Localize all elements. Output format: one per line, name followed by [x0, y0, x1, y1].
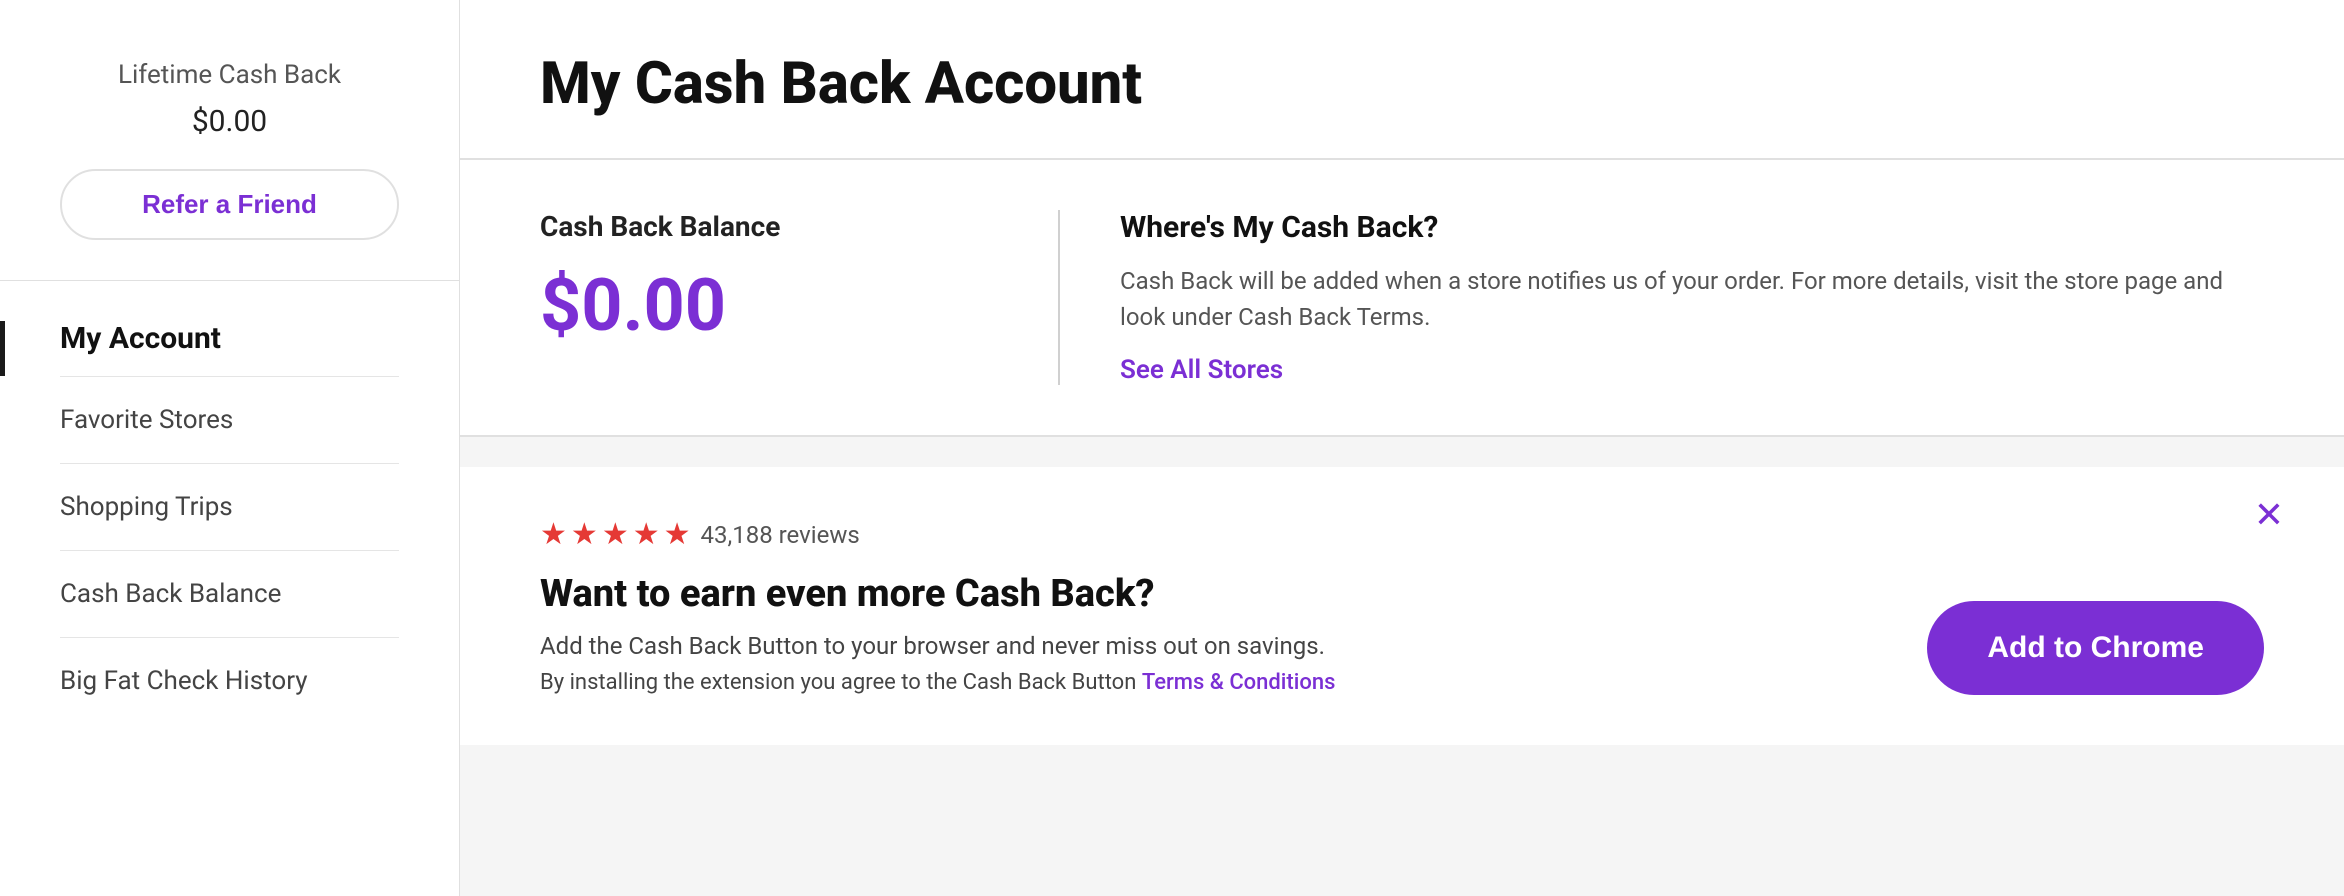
- balance-amount: $0.00: [540, 263, 998, 348]
- nav-item-shopping-trips[interactable]: Shopping Trips: [0, 464, 459, 550]
- wheres-my-cash-back-title: Where's My Cash Back?: [1120, 210, 2264, 245]
- main-content: My Cash Back Account Cash Back Balance $…: [460, 0, 2344, 896]
- nav-item-big-fat-check-history[interactable]: Big Fat Check History: [0, 638, 459, 724]
- star-2: ★: [571, 517, 598, 552]
- sidebar: Lifetime Cash Back $0.00 Refer a Friend …: [0, 0, 460, 896]
- star-1: ★: [540, 517, 567, 552]
- refer-friend-button[interactable]: Refer a Friend: [60, 169, 399, 240]
- lifetime-cash-back-amount: $0.00: [60, 104, 399, 139]
- balance-section: Cash Back Balance $0.00: [540, 210, 1060, 385]
- promo-card: ✕ ★ ★ ★ ★ ★ 43,188 reviews Want to earn …: [460, 467, 2344, 745]
- review-count: 43,188 reviews: [701, 521, 860, 549]
- cash-back-card: Cash Back Balance $0.00 Where's My Cash …: [460, 160, 2344, 437]
- sidebar-nav: My Account Favorite Stores Shopping Trip…: [0, 281, 459, 724]
- star-rating: ★ ★ ★ ★ ★: [540, 517, 691, 552]
- add-to-chrome-button[interactable]: Add to Chrome: [1927, 601, 2264, 695]
- sidebar-top: Lifetime Cash Back $0.00 Refer a Friend: [0, 40, 459, 281]
- promo-terms-prefix: By installing the extension you agree to…: [540, 670, 1142, 695]
- cash-back-info-text: Cash Back will be added when a store not…: [1120, 263, 2264, 335]
- close-icon[interactable]: ✕: [2254, 497, 2284, 533]
- balance-label: Cash Back Balance: [540, 210, 998, 243]
- page-title-bar: My Cash Back Account: [460, 0, 2344, 160]
- star-5: ★: [664, 517, 691, 552]
- star-4: ★: [633, 517, 660, 552]
- nav-item-cash-back-balance[interactable]: Cash Back Balance: [0, 551, 459, 637]
- see-all-stores-link[interactable]: See All Stores: [1120, 355, 2264, 385]
- nav-item-favorite-stores[interactable]: Favorite Stores: [0, 377, 459, 463]
- info-section: Where's My Cash Back? Cash Back will be …: [1060, 210, 2264, 385]
- page-title: My Cash Back Account: [540, 50, 2264, 118]
- my-account-heading: My Account: [0, 321, 459, 376]
- star-3: ★: [602, 517, 629, 552]
- stars-row: ★ ★ ★ ★ ★ 43,188 reviews: [540, 517, 2264, 552]
- lifetime-cash-back-label: Lifetime Cash Back: [60, 60, 399, 90]
- terms-conditions-link[interactable]: Terms & Conditions: [1142, 670, 1336, 695]
